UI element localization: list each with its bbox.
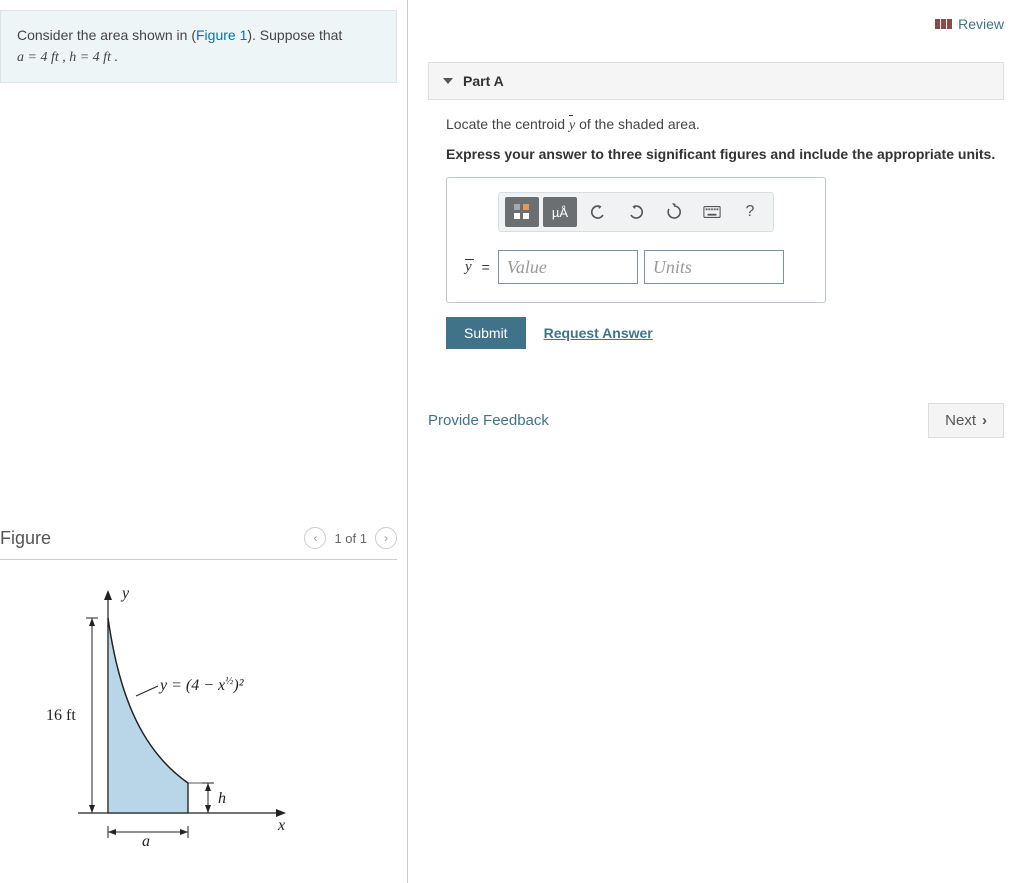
ybar-symbol: y <box>569 115 575 136</box>
value-input[interactable] <box>498 250 638 284</box>
special-chars-button[interactable]: µÅ <box>543 197 577 227</box>
figure-prev-button[interactable]: ‹ <box>304 527 326 549</box>
equation-toolbar: µÅ ? <box>498 192 774 232</box>
figure-height-label: 16 ft <box>46 707 76 724</box>
part-instruction: Express your answer to three significant… <box>446 144 1002 165</box>
template-button[interactable] <box>505 197 539 227</box>
answer-card: µÅ ? y = <box>446 177 826 303</box>
part-prompt: Locate the centroid y of the shaded area… <box>446 114 1002 136</box>
figure-image: y x 16 ft <box>0 560 397 851</box>
undo-button[interactable] <box>581 197 615 227</box>
figure-x-axis-label: x <box>277 817 285 834</box>
figure-pager-text: 1 of 1 <box>334 531 367 546</box>
figure-next-button[interactable]: › <box>375 527 397 549</box>
figure-a-label: a <box>142 833 150 848</box>
part-a-header[interactable]: Part A <box>428 62 1004 100</box>
review-link[interactable]: Review <box>935 16 1004 32</box>
problem-text-pre: Consider the area shown in ( <box>17 27 196 43</box>
submit-button[interactable]: Submit <box>446 317 526 349</box>
help-button[interactable]: ? <box>733 197 767 227</box>
units-input[interactable] <box>644 250 784 284</box>
collapse-icon <box>443 78 453 84</box>
reset-button[interactable] <box>657 197 691 227</box>
flag-icon <box>935 19 952 29</box>
problem-text-post: ). Suppose that <box>247 27 342 43</box>
answer-row: y = <box>465 250 807 284</box>
figure-y-axis-label: y <box>120 585 130 602</box>
next-button[interactable]: Next › <box>928 403 1004 438</box>
part-title: Part A <box>463 73 504 89</box>
equals-sign: = <box>482 259 492 275</box>
problem-statement: Consider the area shown in (Figure 1). S… <box>0 10 397 83</box>
next-label: Next <box>945 412 976 429</box>
redo-button[interactable] <box>619 197 653 227</box>
request-answer-link[interactable]: Request Answer <box>544 325 653 341</box>
figure-link[interactable]: Figure 1 <box>196 27 247 43</box>
keyboard-button[interactable] <box>695 197 729 227</box>
chevron-right-icon: › <box>982 412 987 429</box>
review-label: Review <box>958 16 1004 32</box>
figure-curve-label: y = (4 − x½)² <box>158 675 245 694</box>
figure-title: Figure <box>0 528 51 549</box>
part-a-body: Locate the centroid y of the shaded area… <box>428 100 1004 353</box>
provide-feedback-link[interactable]: Provide Feedback <box>428 412 549 429</box>
left-panel: Consider the area shown in (Figure 1). S… <box>0 0 408 883</box>
right-panel: Review Part A Locate the centroid y of t… <box>408 0 1024 883</box>
answer-var-label: y <box>465 259 476 276</box>
figure-h-label: h <box>218 790 226 807</box>
figure-block: Figure ‹ 1 of 1 › y x <box>0 523 407 851</box>
problem-vars: a = 4 ft , h = 4 ft . <box>17 50 118 65</box>
figure-pager: ‹ 1 of 1 › <box>304 527 397 549</box>
